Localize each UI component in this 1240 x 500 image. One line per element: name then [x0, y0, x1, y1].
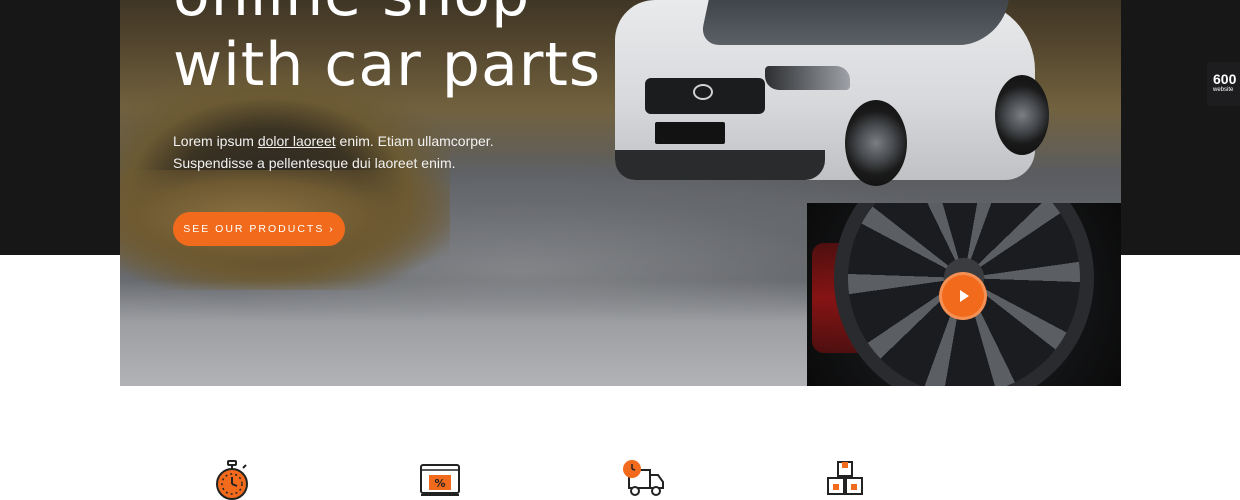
boxes-icon — [827, 461, 863, 495]
side-badge-label: website — [1213, 87, 1234, 93]
hero-snow — [120, 280, 820, 386]
side-badge-number: 600 — [1213, 71, 1237, 87]
hero-desc-line-2: Suspendisse a pellentesque dui laoreet e… — [173, 155, 456, 171]
play-video-button[interactable] — [939, 272, 987, 320]
svg-text:%: % — [434, 477, 445, 490]
stopwatch-icon — [216, 460, 248, 500]
hero-description: Lorem ipsum dolor laoreet enim. Etiam ul… — [173, 130, 533, 174]
hero-desc-pre: Lorem ipsum — [173, 133, 258, 149]
feature-delivery — [622, 458, 666, 500]
hero-title-line-1: online shop — [173, 0, 530, 30]
delivery-truck-icon — [623, 460, 664, 496]
hero-desc-link[interactable]: dolor laoreet — [258, 133, 336, 149]
feature-stock — [823, 458, 867, 500]
discount-laptop-icon: % — [420, 464, 460, 496]
feature-fast — [210, 458, 254, 500]
hero-desc-post: enim. Etiam ullamcorper. — [335, 133, 494, 149]
feature-discount: % — [418, 458, 462, 500]
see-products-button[interactable]: SEE OUR PRODUCTS › — [173, 212, 345, 246]
hero-title: online shop with car parts — [173, 0, 733, 100]
side-badge[interactable]: 600 website — [1207, 62, 1240, 106]
hero-banner: online shop with car parts Lorem ipsum d… — [120, 0, 1121, 386]
play-icon — [960, 290, 969, 302]
video-thumbnail[interactable] — [807, 203, 1121, 386]
hero-title-line-2: with car parts — [173, 30, 602, 100]
